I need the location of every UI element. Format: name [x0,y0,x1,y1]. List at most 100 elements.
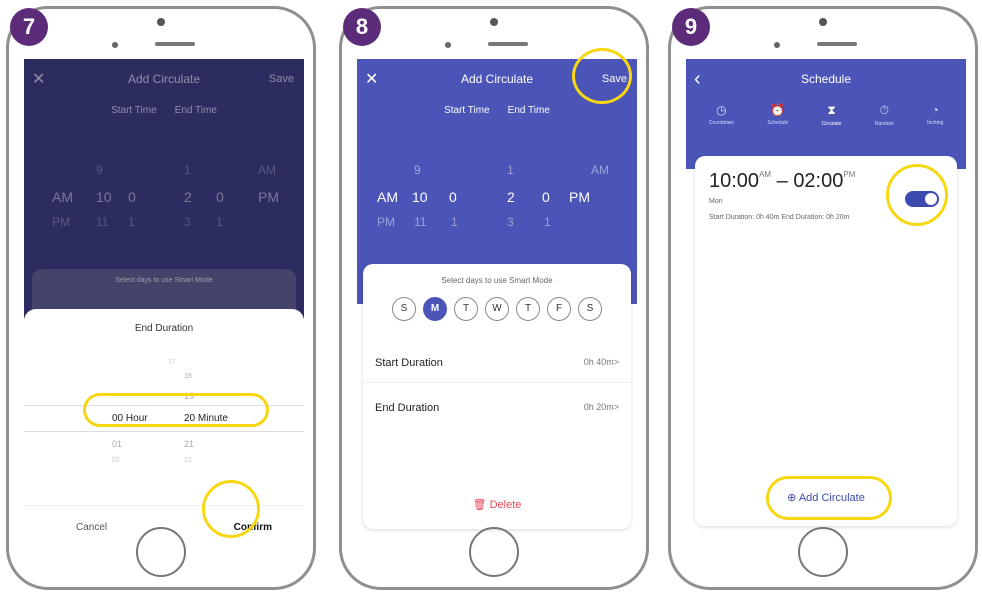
picker-cell: 3 [184,215,191,229]
schedule-time-range[interactable]: 10:00AM – 02:00PM [709,170,855,193]
picker-cell: 1 [184,163,191,177]
tab-end-time[interactable]: End Time [175,105,217,116]
picker-hour[interactable]: 2 [507,189,515,205]
picker-minute[interactable]: 0 [216,189,224,205]
minute-option[interactable]: 22 [184,457,192,464]
delete-button[interactable]: 🗑 Delete [363,498,631,511]
day-sun[interactable]: S [392,297,416,321]
smart-mode-card: Select days to use Smart Mode S M T W T … [363,264,631,529]
picker-cell: 1 [128,215,135,229]
trash-icon: 🗑 [472,499,487,511]
picker-cell: PM [52,215,70,229]
tab-start-time[interactable]: Start Time [111,105,157,116]
highlight-confirm [202,480,260,538]
speaker-icon [817,42,857,46]
minute-option[interactable]: 17 [168,359,176,366]
day-fri[interactable]: F [547,297,571,321]
tab-countdown[interactable]: ◷ Countdown [709,103,734,127]
highlight-add-circulate [766,476,892,520]
mode-label: Countdown [708,120,734,126]
end-duration-label: End Duration [375,402,440,414]
picker-cell: 1 [451,215,458,229]
start-duration-value: 0h 40m> [583,357,619,367]
day-selector: S M T W T F S [363,297,631,321]
schedule-durations: Start Duration: 0h 40m End Duration: 0h … [709,214,850,221]
picker-cell: AM [258,163,276,177]
days-caption: Select days to use Smart Mode [115,277,213,284]
hour-option[interactable]: 02 [112,457,120,464]
picker-divider [24,431,304,432]
start-duration-label: Start Duration [375,357,443,369]
tab-inching[interactable]: ◔ Inching [927,103,943,127]
tab-random[interactable]: ⏱ Random [875,103,894,127]
home-button[interactable] [798,527,848,577]
tab-end-time[interactable]: End Time [508,105,550,116]
phone-step-7: ✕ Add Circulate Save Start Time End Time… [6,6,316,590]
row-divider [363,382,631,383]
end-duration-row[interactable]: End Duration 0h 20m> [375,402,619,414]
nav-title: Add Circulate [127,72,201,86]
minute-option[interactable]: 18 [184,373,192,380]
cancel-button[interactable]: Cancel [76,522,107,533]
hourglass-icon: ⧗ [827,103,836,117]
screen-add-circulate: ✕ Add Circulate Save Start Time End Time… [357,59,637,534]
picker-ampm[interactable]: AM [52,189,73,205]
end-time: 02:00 [793,170,844,192]
close-icon[interactable]: ✕ [365,69,378,89]
home-button[interactable] [136,527,186,577]
sheet-title: End Duration [134,323,194,334]
day-sat[interactable]: S [578,297,602,321]
time-dash: – [776,170,788,192]
save-button[interactable]: Save [269,73,294,85]
camera-icon [819,18,827,26]
day-wed[interactable]: W [485,297,509,321]
highlight-toggle [886,164,948,226]
picker-cell: 1 [507,163,514,177]
speaker-icon [488,42,528,46]
hour-option[interactable]: 01 [112,439,122,449]
sensor-icon [774,42,780,48]
picker-ampm[interactable]: PM [569,189,590,205]
day-mon[interactable]: M [423,297,447,321]
time-tabs: Start Time End Time [24,105,304,116]
start-time: 10:00 [709,170,760,192]
tutorial-stage: ✕ Add Circulate Save Start Time End Time… [0,0,982,593]
close-icon[interactable]: ✕ [32,69,45,89]
day-thu[interactable]: T [516,297,540,321]
start-duration-row[interactable]: Start Duration 0h 40m> [375,357,619,369]
picker-minute[interactable]: 0 [449,189,457,205]
day-tue[interactable]: T [454,297,478,321]
step-badge-9: 9 [672,8,710,46]
picker-ampm[interactable]: PM [258,189,279,205]
picker-hour[interactable]: 10 [96,189,112,205]
picker-minute[interactable]: 0 [542,189,550,205]
home-button[interactable] [469,527,519,577]
back-icon[interactable]: ‹ [694,68,701,91]
tab-start-time[interactable]: Start Time [444,105,490,116]
highlight-save [572,48,632,104]
mode-label: Random [874,121,894,127]
picker-cell: PM [377,215,395,229]
sensor-icon [445,42,451,48]
stopwatch-icon: ⏱ [879,103,889,117]
speaker-icon [155,42,195,46]
minute-option[interactable]: 21 [184,439,194,449]
screen-end-duration: ✕ Add Circulate Save Start Time End Time… [24,59,304,534]
picker-ampm[interactable]: AM [377,189,398,205]
tab-circulate[interactable]: ⧗ Circulate [822,103,842,127]
picker-hour[interactable]: 10 [412,189,428,205]
picker-cell: 11 [96,215,109,229]
picker-hour[interactable]: 2 [184,189,192,205]
picker-cell: AM [591,163,609,177]
start-ampm: AM [759,170,772,179]
picker-cell: 3 [507,215,514,229]
picker-cell: 9 [96,163,103,177]
picker-cell: 1 [216,215,223,229]
dimmed-background: ✕ Add Circulate Save Start Time End Time… [24,59,304,319]
delete-label: Delete [489,499,522,511]
tab-schedule[interactable]: ⏰ Schedule [767,103,788,127]
sensor-icon [112,42,118,48]
camera-icon [490,18,498,26]
timer-icon: ◔ [931,103,939,117]
picker-minute[interactable]: 0 [128,189,136,205]
